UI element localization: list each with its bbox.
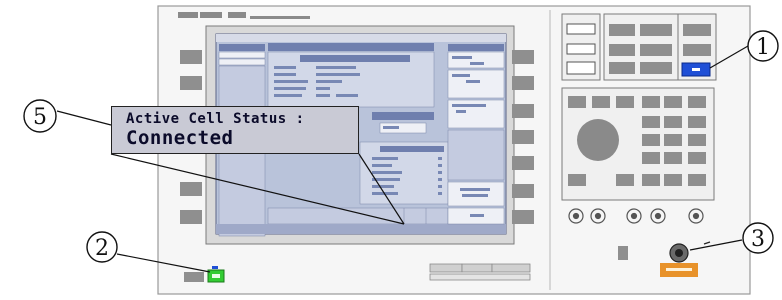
callout-2-number: 2 [95,236,109,261]
func-key-3[interactable] [566,61,596,75]
right-softkey-2[interactable] [512,76,534,90]
screen-right-column [447,44,505,225]
screen-header-bar [268,43,434,51]
num-key-3[interactable] [688,116,706,128]
screen-title-bar [216,34,506,42]
num-key-8[interactable] [664,152,682,164]
num-key-9[interactable] [688,152,706,164]
num-key-6[interactable] [688,134,706,146]
func-key-6[interactable] [609,44,635,56]
num-key-7[interactable] [642,152,660,164]
nav-key-6[interactable] [688,96,706,108]
callout-3-number: 3 [751,227,765,252]
right-softkey-5[interactable] [512,156,534,170]
func-key-11[interactable] [683,44,711,56]
nav-key-1[interactable] [568,96,586,108]
right-softkey-1[interactable] [512,50,534,64]
right-softkey-6[interactable] [512,184,534,198]
callout-5-leader [56,110,112,126]
nav-key-3[interactable] [616,96,634,108]
num-key-2[interactable] [664,116,682,128]
num-key-sign[interactable] [688,174,706,186]
num-key-4[interactable] [642,134,660,146]
left-softkey-2[interactable] [180,76,202,90]
left-softkey-3[interactable] [180,182,202,196]
power-indicator-top [212,266,218,269]
func-key-7[interactable] [640,44,672,56]
func-key-9[interactable] [640,62,672,74]
bottom-left-key [184,272,204,282]
right-softkey-3[interactable] [512,104,534,118]
right-softkeys[interactable] [512,50,534,224]
callout-5-number: 5 [33,105,47,130]
bottom-key-strip [429,263,531,281]
num-key-dot[interactable] [664,174,682,186]
func-key-4[interactable] [609,24,635,36]
func-key-8[interactable] [609,62,635,74]
active-cell-status-popup: Active Cell Status : Connected [111,106,359,154]
nav-key-2[interactable] [592,96,610,108]
right-softkey-4[interactable] [512,130,534,144]
left-softkey-1[interactable] [180,50,202,64]
callout-1-number: 1 [756,35,770,60]
left-key-2[interactable] [616,174,634,186]
right-softkey-7[interactable] [512,210,534,224]
rotary-knob[interactable] [577,119,619,161]
num-key-1[interactable] [642,116,660,128]
left-key-1[interactable] [568,174,586,186]
func-key-5[interactable] [640,24,672,36]
status-title: Active Cell Status : [126,111,305,127]
nav-key-4[interactable] [642,96,660,108]
func-key-10[interactable] [683,24,711,36]
func-key-2[interactable] [566,43,596,55]
func-key-1[interactable] [566,23,596,35]
top-key-groups [561,13,717,81]
nav-key-5[interactable] [664,96,682,108]
left-softkey-4[interactable] [180,210,202,224]
num-key-0[interactable] [642,174,660,186]
small-port [618,246,628,260]
status-value: Connected [126,127,234,149]
keypad-area [561,87,715,201]
num-key-5[interactable] [664,134,682,146]
